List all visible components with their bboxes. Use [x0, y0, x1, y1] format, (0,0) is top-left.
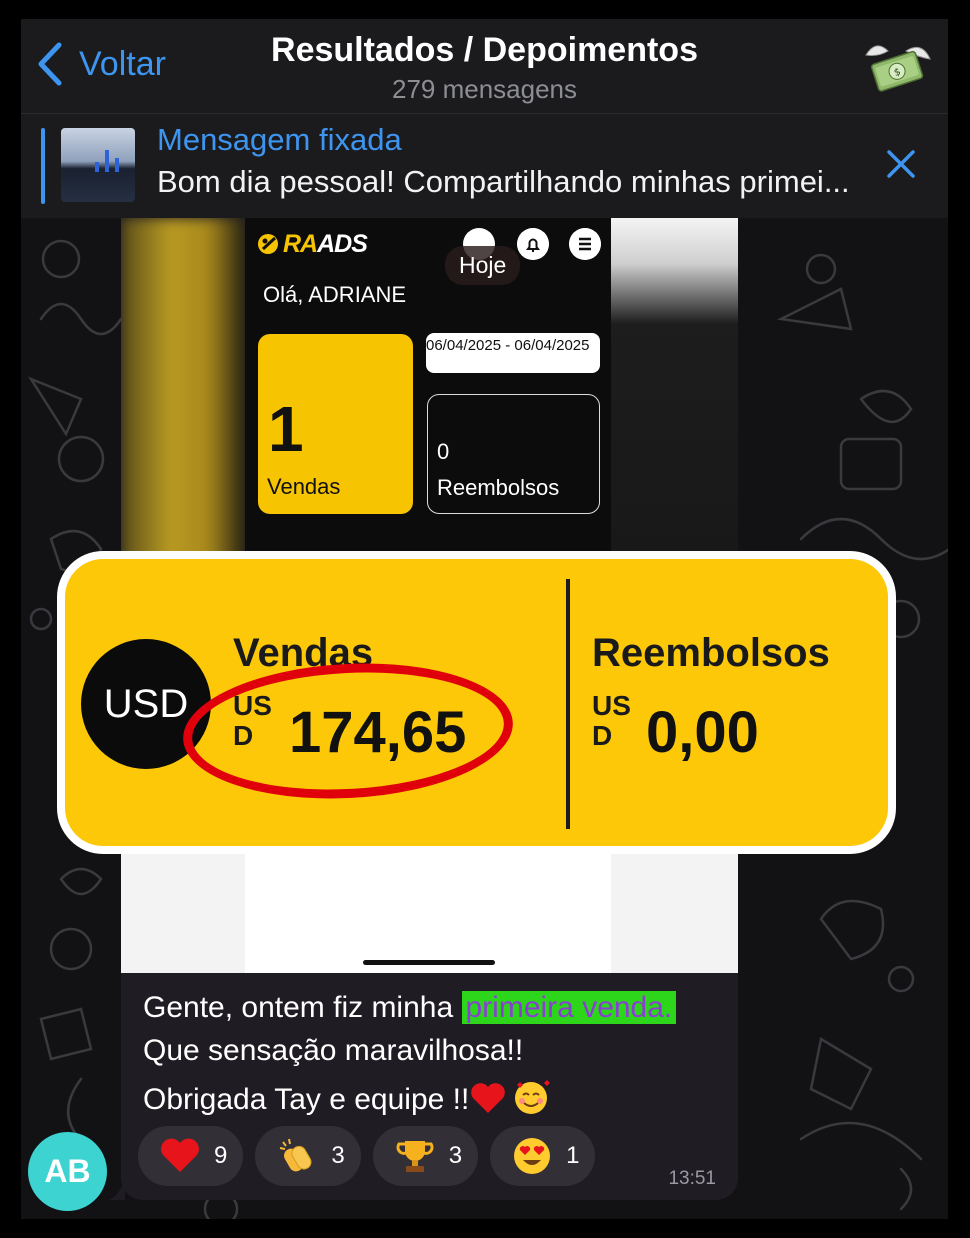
- raads-logo: RAADS: [257, 230, 368, 259]
- reaction-heart[interactable]: 9: [138, 1126, 244, 1186]
- red-highlight-circle: [179, 655, 517, 807]
- refunds-label: Reembolsos: [437, 475, 560, 500]
- sales-count: 1: [268, 393, 304, 465]
- highlighted-text: primeira venda.: [461, 991, 677, 1024]
- trophy-icon: [396, 1141, 434, 1172]
- menu-icon: [569, 228, 601, 260]
- reactions-bar: 9 3 3 1: [138, 1126, 596, 1186]
- pinned-text: Bom dia pessoal! Compartilhando minhas p…: [157, 164, 850, 199]
- message-count: 279 mensagens: [391, 74, 578, 104]
- heart-icon: [161, 1138, 199, 1172]
- chat-header: Voltar Resultados / Depoimentos 279 mens…: [21, 19, 948, 113]
- zoom-refunds-title: Reembolsos: [592, 631, 830, 675]
- message-time: 13:51: [668, 1168, 716, 1189]
- divider: [566, 579, 570, 829]
- smiling-face-with-hearts-icon: [515, 1080, 551, 1114]
- reaction-count: 1: [566, 1142, 580, 1169]
- refunds-card: 0 Reembolsos: [427, 394, 600, 514]
- bubble-tail: [109, 1175, 125, 1200]
- reaction-count: 3: [331, 1142, 345, 1169]
- raads-logo-icon: [258, 234, 278, 254]
- zoomed-sales-panel: USD Vendas US D 174,65 Reembolsos US D 0…: [57, 551, 896, 854]
- message-caption: Gente, ontem fiz minha primeira venda. Q…: [121, 973, 738, 1200]
- date-range: 06/04/2025 - 06/04/2025: [426, 333, 600, 373]
- refunds-count: 0: [437, 439, 450, 464]
- chat-title[interactable]: Resultados / Depoimentos: [21, 31, 948, 70]
- sales-label: Vendas: [267, 474, 341, 499]
- sender-avatar[interactable]: AB: [28, 1132, 107, 1211]
- red-heart-icon: [471, 1083, 506, 1113]
- sales-card: 1 Vendas: [258, 334, 413, 514]
- reaction-count: 3: [448, 1142, 463, 1169]
- pinned-thumbnail: [61, 128, 135, 202]
- caption-line-2: Que sensação maravilhosa!!: [143, 1034, 524, 1067]
- date-badge: Hoje: [445, 246, 521, 285]
- pinned-indicator: [41, 128, 45, 204]
- reaction-clap[interactable]: 3: [255, 1126, 361, 1186]
- caption-line-3: Obrigada Tay e equipe !!: [143, 1077, 551, 1117]
- reaction-count: 9: [214, 1142, 228, 1169]
- clap-icon: [280, 1138, 312, 1172]
- home-indicator: [363, 960, 495, 965]
- greeting: Olá, ADRIANE: [263, 282, 407, 307]
- bell-icon: [517, 228, 549, 260]
- pinned-title: Mensagem fixada: [157, 122, 402, 157]
- flying-money-avatar-icon[interactable]: $: [862, 35, 934, 97]
- pinned-message-bar[interactable]: Mensagem fixada Bom dia pessoal! Compart…: [21, 113, 948, 218]
- zoom-refunds-currency: US D: [592, 690, 631, 751]
- caption-line-1: Gente, ontem fiz minha primeira venda.: [143, 991, 677, 1025]
- heart-eyes-icon: [514, 1138, 551, 1174]
- reaction-heart-eyes[interactable]: 1: [490, 1126, 596, 1186]
- zoom-refunds-value: 0,00: [646, 700, 759, 765]
- close-icon[interactable]: [884, 147, 918, 181]
- reaction-trophy[interactable]: 3: [372, 1126, 479, 1186]
